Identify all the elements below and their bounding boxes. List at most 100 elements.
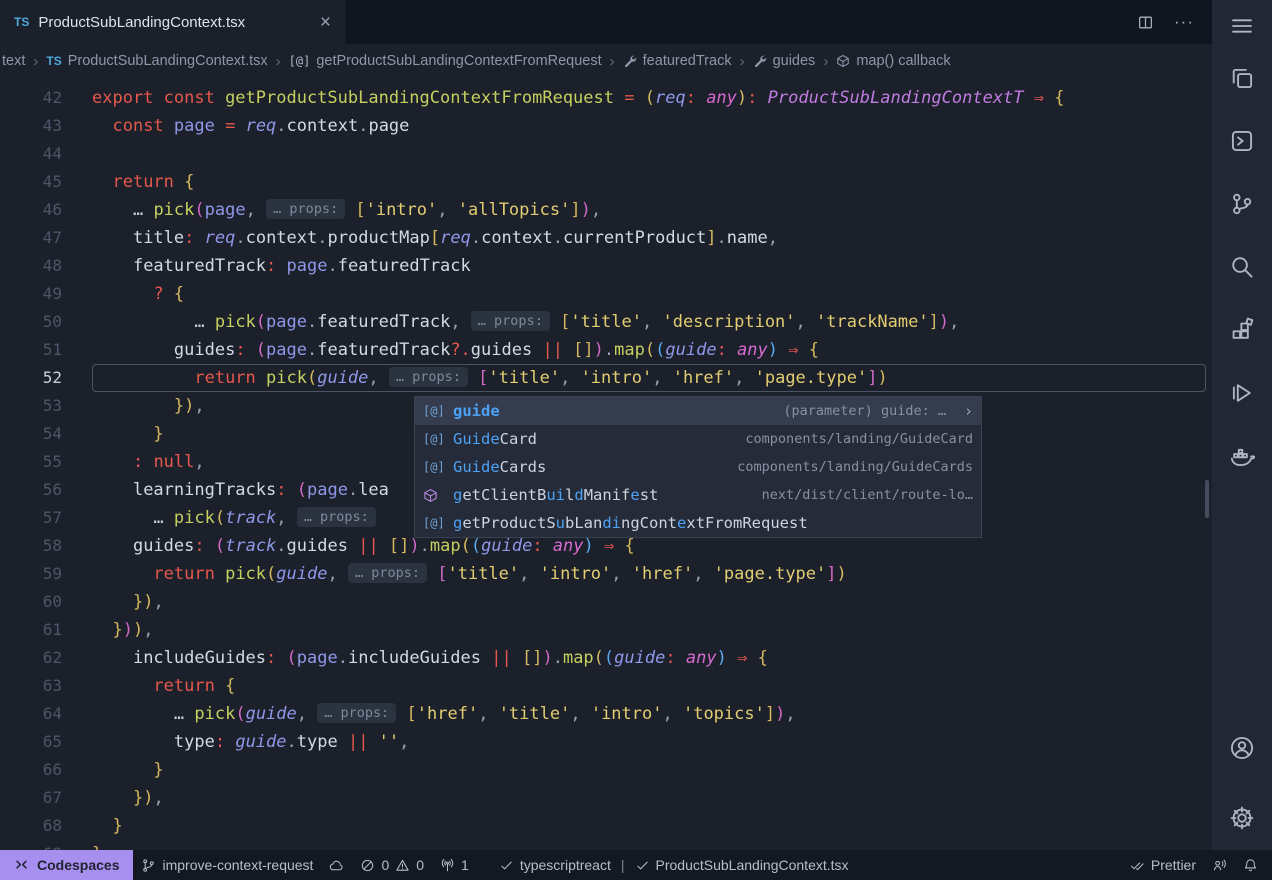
line-number[interactable]: 67 [0,784,62,812]
files-copy-icon[interactable] [1229,65,1255,91]
line-number[interactable]: 60 [0,588,62,616]
code-line[interactable]: 60 }), [0,588,1212,616]
line-number[interactable]: 56 [0,476,62,504]
suggestion-item[interactable]: getClientBuildManifestnext/dist/client/r… [415,481,981,509]
feedback-icon-button[interactable] [1204,850,1235,880]
run-debug-icon[interactable] [1229,380,1255,406]
line-number[interactable]: 54 [0,420,62,448]
search-icon[interactable] [1229,254,1255,280]
line-number[interactable]: 43 [0,112,62,140]
code-line[interactable]: 62 includeGuides: (page.includeGuides ||… [0,644,1212,672]
ports-indicator[interactable]: 1 [432,850,477,880]
terminal-icon[interactable] [1229,128,1255,154]
code-text: }), [92,784,1206,812]
breadcrumb-item[interactable]: map() callback [836,53,950,69]
source-control-icon[interactable] [1229,191,1255,217]
suggestion-item[interactable]: [@]GuideCardscomponents/landing/GuideCar… [415,453,981,481]
code-text: featuredTrack: page.featuredTrack [92,252,1206,280]
formatter-label: Prettier [1151,857,1196,873]
code-line[interactable]: 66 } [0,756,1212,784]
suggestion-item[interactable]: [@]GuideCardcomponents/landing/GuideCard [415,425,981,453]
code-line[interactable]: 68 } [0,812,1212,840]
code-line[interactable]: 50 … pick(page.featuredTrack, … props: [… [0,308,1212,336]
line-number[interactable]: 50 [0,308,62,336]
line-number[interactable]: 65 [0,728,62,756]
code-text: }), [92,588,1206,616]
suggestion-expand-chevron-icon[interactable]: › [964,397,973,425]
breadcrumb-item[interactable]: text [2,53,25,69]
menu-icon[interactable] [1229,13,1255,39]
bell-icon [1243,858,1258,873]
line-number[interactable]: 64 [0,700,62,728]
line-number[interactable]: 42 [0,84,62,112]
code-line[interactable]: 47 title: req.context.productMap[req.con… [0,224,1212,252]
wrench-icon [753,54,767,68]
inlay-hint: … props: [471,311,550,331]
tab-product-sub-landing-context[interactable]: TS ProductSubLandingContext.tsx × [0,0,345,44]
code-line[interactable]: 67 }), [0,784,1212,812]
line-number[interactable]: 68 [0,812,62,840]
code-line[interactable]: 45 return { [0,168,1212,196]
line-number[interactable]: 45 [0,168,62,196]
line-number[interactable]: 44 [0,140,62,168]
line-number[interactable]: 66 [0,756,62,784]
code-line[interactable]: 42export const getProductSubLandingConte… [0,84,1212,112]
code-line[interactable]: 63 return { [0,672,1212,700]
sync-button[interactable] [321,850,352,880]
breadcrumb: text›TSProductSubLandingContext.tsx›[@]g… [0,44,1212,78]
code-line[interactable]: 59 return pick(guide, … props: ['title',… [0,560,1212,588]
problems-indicator[interactable]: 0 0 [352,850,432,880]
code-text: ? { [92,280,1206,308]
more-actions-icon[interactable]: ··· [1174,12,1194,32]
language-mode[interactable]: typescriptreact [491,850,619,880]
breadcrumb-item[interactable]: guides [753,53,816,69]
line-number[interactable]: 61 [0,616,62,644]
line-number[interactable]: 48 [0,252,62,280]
code-line[interactable]: 61 })), [0,616,1212,644]
breadcrumb-separator: › [740,53,745,70]
line-number[interactable]: 46 [0,196,62,224]
code-line[interactable]: 48 featuredTrack: page.featuredTrack [0,252,1212,280]
codespaces-remote-button[interactable]: Codespaces [0,850,133,880]
line-number[interactable]: 63 [0,672,62,700]
notifications-bell-icon[interactable] [1235,850,1266,880]
docker-icon[interactable] [1229,443,1255,469]
scrollbar-thumb[interactable] [1205,480,1209,518]
line-number[interactable]: 51 [0,336,62,364]
extensions-icon[interactable] [1229,317,1255,343]
account-icon[interactable] [1229,735,1255,761]
code-line[interactable]: 44 [0,140,1212,168]
code-line[interactable]: 65 type: guide.type || '', [0,728,1212,756]
line-number[interactable]: 69 [0,840,62,850]
line-number[interactable]: 62 [0,644,62,672]
split-editor-icon[interactable] [1137,14,1154,31]
close-tab-icon[interactable]: × [320,13,331,32]
code-line[interactable]: 69} [0,840,1212,850]
breadcrumb-item[interactable]: featuredTrack [623,53,732,69]
code-editor[interactable]: 42export const getProductSubLandingConte… [0,78,1212,850]
formatter-indicator[interactable]: Prettier [1122,850,1204,880]
ts-icon: TS [46,54,61,68]
line-number[interactable]: 57 [0,504,62,532]
branch-icon [141,858,156,873]
suggestion-item[interactable]: [@]getProductSubLandingContextFromReques… [415,509,981,537]
branch-indicator[interactable]: improve-context-request [133,850,321,880]
settings-gear-icon[interactable] [1229,805,1255,831]
line-number[interactable]: 59 [0,560,62,588]
code-line[interactable]: 64 … pick(guide, … props: ['href', 'titl… [0,700,1212,728]
suggestion-item[interactable]: [@]guide(parameter) guide: …› [415,397,981,425]
line-number[interactable]: 58 [0,532,62,560]
code-line[interactable]: 43 const page = req.context.page [0,112,1212,140]
code-line[interactable]: 52 return pick(guide, … props: ['title',… [0,364,1212,392]
breadcrumb-item[interactable]: TSProductSubLandingContext.tsx [46,53,267,69]
code-line[interactable]: 46 … pick(page, … props: ['intro', 'allT… [0,196,1212,224]
breadcrumb-item[interactable]: [@]getProductSubLandingContextFromReques… [289,53,602,69]
code-line[interactable]: 49 ? { [0,280,1212,308]
code-line[interactable]: 51 guides: (page.featuredTrack?.guides |… [0,336,1212,364]
file-status[interactable]: ProductSubLandingContext.tsx [627,850,857,880]
line-number[interactable]: 55 [0,448,62,476]
line-number[interactable]: 53 [0,392,62,420]
line-number[interactable]: 52 [0,364,62,392]
line-number[interactable]: 49 [0,280,62,308]
line-number[interactable]: 47 [0,224,62,252]
